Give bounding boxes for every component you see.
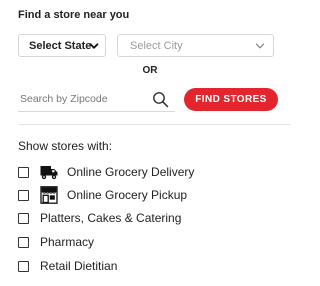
checkbox[interactable] [18,189,29,201]
find-store-heading: Find a store near you [18,9,130,21]
chevron-down-icon [255,43,265,48]
filter-option-platters-catering[interactable]: Platters, Cakes & Catering [18,210,181,226]
filter-option-label: Retail Dietitian [40,259,118,273]
checkbox[interactable] [18,212,29,224]
city-select[interactable]: Select City [117,34,274,57]
state-select[interactable]: Select State [18,34,106,57]
filter-option-pharmacy[interactable]: Pharmacy [18,234,94,250]
delivery-truck-icon [40,166,58,180]
divider [18,124,290,125]
city-select-value: Select City [130,39,183,52]
chevron-down-icon [89,42,99,49]
filter-option-retail-dietitian[interactable]: Retail Dietitian [18,258,117,274]
search-icon[interactable] [152,91,169,108]
checkbox[interactable] [18,236,29,248]
filter-option-grocery-delivery[interactable]: Online Grocery Delivery [18,164,194,180]
filter-option-label: Online Grocery Delivery [67,165,195,179]
zipcode-search [18,88,175,112]
checkbox[interactable] [18,166,29,178]
filter-option-label: Platters, Cakes & Catering [40,211,182,225]
store-locator: Find a store near you Select State Selec… [0,0,300,286]
store-pickup-icon [40,186,58,204]
zipcode-input[interactable] [18,88,146,110]
checkbox[interactable] [18,260,29,272]
filter-option-label: Pharmacy [40,235,95,249]
filter-option-grocery-pickup[interactable]: Online Grocery Pickup [18,186,188,204]
state-select-value: Select State [29,39,92,52]
filter-option-label: Online Grocery Pickup [67,188,188,202]
find-stores-button[interactable]: FIND STORES [184,88,278,111]
show-stores-heading: Show stores with: [18,139,113,153]
or-separator: OR [142,65,158,76]
